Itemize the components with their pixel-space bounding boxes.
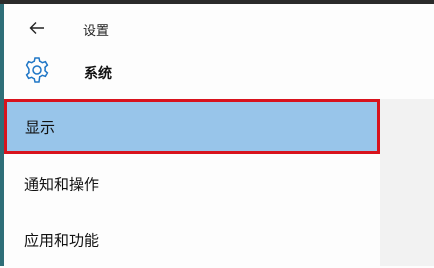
- sidebar-item-apps[interactable]: 应用和功能: [4, 212, 380, 268]
- sidebar-item-label: 应用和功能: [24, 231, 100, 250]
- sidebar-item-label: 显示: [25, 118, 56, 136]
- window-title: 设置: [83, 24, 110, 39]
- sidebar-item-notifications[interactable]: 通知和操作: [4, 156, 380, 212]
- sidebar-item-label: 通知和操作: [24, 175, 100, 194]
- back-arrow-icon: [29, 22, 44, 34]
- back-button[interactable]: [26, 17, 48, 39]
- section-title: 系统: [84, 66, 112, 82]
- title-bar: 设置: [4, 4, 380, 48]
- sidebar-item-display[interactable]: 显示: [4, 99, 380, 154]
- content-pane-top: [380, 4, 434, 99]
- content-pane: [380, 99, 434, 266]
- section-header: 系统: [4, 50, 380, 94]
- gear-icon: [25, 57, 49, 83]
